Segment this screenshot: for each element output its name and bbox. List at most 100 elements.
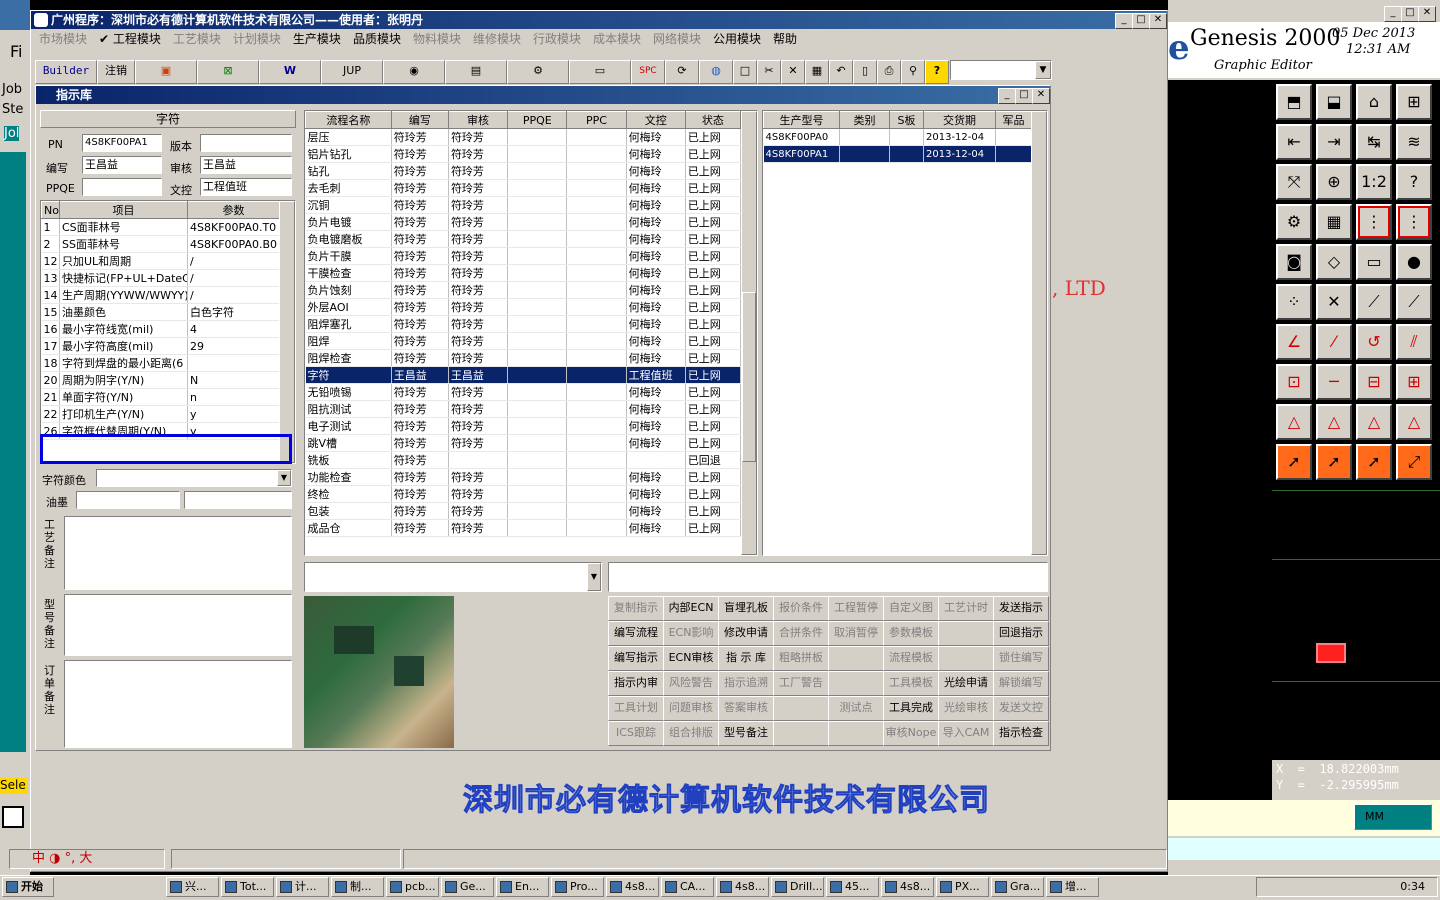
action-button[interactable]: 型号备注 <box>718 721 774 746</box>
tool-icon[interactable]: ≋ <box>1396 124 1432 160</box>
flow-combo[interactable]: ▼ <box>304 562 602 592</box>
tool-icon[interactable]: ➚ <box>1356 444 1392 480</box>
menu-item-0[interactable]: 市场模块 <box>33 30 93 48</box>
network-icon[interactable]: ⚙ <box>507 60 569 84</box>
action-button[interactable]: 发送指示 <box>993 596 1049 621</box>
tool-icon[interactable]: ⫽ <box>1396 324 1432 360</box>
action-button[interactable] <box>828 671 884 696</box>
table-row[interactable]: 阻焊检查 符玲芳 符玲芳 何梅玲 已上网 <box>305 349 742 367</box>
action-button[interactable]: 工程暂停 <box>828 596 884 621</box>
tool-icon[interactable]: ⌂ <box>1356 84 1392 120</box>
preview-icon[interactable]: ▯ <box>853 60 877 84</box>
param-scrollbar[interactable] <box>279 201 295 463</box>
action-button[interactable]: ECN审核 <box>663 646 719 671</box>
param-header[interactable]: 项目 <box>59 201 188 219</box>
table-row[interactable]: 阻抗测试 符玲芳 符玲芳 何梅玲 已上网 <box>305 400 742 418</box>
tool-icon[interactable]: ⟋ <box>1396 284 1432 320</box>
find-icon[interactable]: ⚲ <box>901 60 925 84</box>
cursor-marker-icon[interactable] <box>1316 643 1346 663</box>
action-button[interactable]: 回退指示 <box>993 621 1049 646</box>
flow-header[interactable]: 流程名称 <box>305 111 392 129</box>
table-row[interactable]: 22 打印机生产(Y/N) y <box>41 405 280 423</box>
taskbar-item[interactable]: 4s8... <box>716 877 769 897</box>
action-button[interactable] <box>773 721 829 746</box>
table-row[interactable]: 包装 符玲芳 符玲芳 何梅玲 已上网 <box>305 502 742 520</box>
taskbar-item[interactable]: Pro... <box>551 877 604 897</box>
table-row[interactable]: 2 SS面菲林号 4S8KF00PA0.B0 <box>41 235 280 253</box>
tool-icon[interactable]: ➚ <box>1276 444 1312 480</box>
tool-icon[interactable]: ◙ <box>1276 244 1312 280</box>
table-row[interactable]: 4S8KF00PA0 2013-12-04 <box>763 128 1032 146</box>
table-row[interactable]: 21 单面字符(Y/N) n <box>41 388 280 406</box>
action-button[interactable]: 自定义图 <box>883 596 939 621</box>
menu-item-8[interactable]: 行政模块 <box>527 30 587 48</box>
table-row[interactable]: 17 最小字符高度(mil) 29 <box>41 337 280 355</box>
taskbar-item[interactable]: 4s8... <box>881 877 934 897</box>
table-row[interactable]: 1 CS面菲林号 4S8KF00PA0.T0 <box>41 218 280 236</box>
table-row[interactable]: 负片电镀 符玲芳 符玲芳 何梅玲 已上网 <box>305 213 742 231</box>
taskbar-item[interactable]: pcb... <box>386 877 439 897</box>
tool-icon[interactable]: △ <box>1276 404 1312 440</box>
menu-item-9[interactable]: 成本模块 <box>587 30 647 48</box>
start-button[interactable]: 开始 <box>2 877 54 897</box>
action-button[interactable]: 合拼条件 <box>773 621 829 646</box>
builder-button[interactable]: Builder <box>35 60 97 84</box>
ink-field-2[interactable] <box>184 491 292 509</box>
action-button[interactable]: 取消暂停 <box>828 621 884 646</box>
table-row[interactable]: 钻孔 符玲芳 符玲芳 何梅玲 已上网 <box>305 162 742 180</box>
taskbar-item[interactable]: Ge... <box>441 877 494 897</box>
note-field[interactable] <box>608 562 1048 592</box>
tool-icon[interactable]: ▭ <box>1356 244 1392 280</box>
genesis-close-button[interactable]: ✕ <box>1418 6 1436 22</box>
action-button[interactable]: 指示内审 <box>608 671 664 696</box>
action-button[interactable]: 组合排版 <box>663 721 719 746</box>
tool-icon[interactable]: ⋮ <box>1356 204 1392 240</box>
action-button[interactable]: 内部ECN <box>663 596 719 621</box>
action-button[interactable]: 编写指示 <box>608 646 664 671</box>
taskbar-item[interactable]: 兴... <box>166 877 219 897</box>
action-button[interactable] <box>938 646 994 671</box>
table-row[interactable]: 12 只加UL和周期 / <box>41 252 280 270</box>
action-button[interactable]: 指示检查 <box>993 721 1049 746</box>
print-icon[interactable]: ⎙ <box>877 60 901 84</box>
action-button[interactable]: 导入CAM <box>938 721 994 746</box>
genesis-minimize-button[interactable]: _ <box>1384 6 1402 22</box>
tool-icon[interactable]: ⁄ <box>1316 324 1352 360</box>
excel-icon[interactable]: ⊠ <box>197 60 259 84</box>
menu-item-11[interactable]: 公用模块 <box>707 30 767 48</box>
edit-icon[interactable] <box>2 806 24 828</box>
dialog-close-button[interactable]: ✕ <box>1032 88 1050 104</box>
eye-icon[interactable]: ◉ <box>383 60 445 84</box>
action-button[interactable]: 锁住编写 <box>993 646 1049 671</box>
tool-icon[interactable]: ⊞ <box>1396 364 1432 400</box>
menu-item-10[interactable]: 网络模块 <box>647 30 707 48</box>
taskbar-item[interactable]: PX... <box>936 877 989 897</box>
close-button[interactable]: ✕ <box>1149 13 1167 29</box>
tool-icon[interactable]: △ <box>1356 404 1392 440</box>
flow-header[interactable]: PPC <box>566 111 627 129</box>
action-button[interactable]: 粗略拼板 <box>773 646 829 671</box>
pn-field[interactable]: 4S8KF00PA1 <box>82 134 162 152</box>
model-header[interactable]: S板 <box>889 111 924 129</box>
table-row[interactable]: 13 快捷标记(FP+UL+DateCo / <box>41 269 280 287</box>
taskbar-item[interactable]: En... <box>496 877 549 897</box>
tool-icon[interactable]: 1:2 <box>1356 164 1392 200</box>
action-button[interactable]: ICS跟踪 <box>608 721 664 746</box>
globe-icon[interactable]: ◍ <box>699 60 733 84</box>
tool-icon[interactable]: ⟋ <box>1356 284 1392 320</box>
model-header[interactable]: 生产型号 <box>763 111 840 129</box>
table-row[interactable]: 字符 王昌益 王昌益 工程值班 已上网 <box>305 366 742 384</box>
menu-item-12[interactable]: 帮助 <box>767 30 803 48</box>
taskbar-item[interactable]: 计... <box>276 877 329 897</box>
flow-header[interactable]: 编写 <box>390 111 449 129</box>
label-select[interactable]: Sele <box>0 778 28 794</box>
table-row[interactable]: 跳V槽 符玲芳 符玲芳 何梅玲 已上网 <box>305 434 742 452</box>
delete-icon[interactable]: ✕ <box>781 60 805 84</box>
table-row[interactable]: 阻焊 符玲芳 符玲芳 何梅玲 已上网 <box>305 332 742 350</box>
table-row[interactable]: 负片蚀刻 符玲芳 符玲芳 何梅玲 已上网 <box>305 281 742 299</box>
tool-icon[interactable]: ⊞ <box>1396 84 1432 120</box>
order-note-textarea[interactable] <box>64 660 292 748</box>
tool-icon[interactable]: ↹ <box>1356 124 1392 160</box>
tool-icon[interactable]: ? <box>1396 164 1432 200</box>
table-row[interactable]: 电子测试 符玲芳 符玲芳 何梅玲 已上网 <box>305 417 742 435</box>
